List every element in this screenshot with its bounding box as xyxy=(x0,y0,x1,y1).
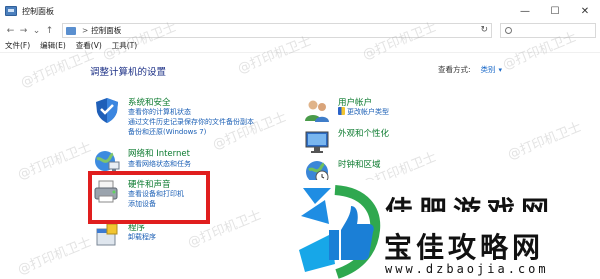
refresh-button[interactable]: ↻ xyxy=(480,25,488,35)
thumbs-up-logo-icon xyxy=(299,185,381,279)
minimize-button[interactable]: — xyxy=(510,0,540,22)
programs-icon xyxy=(96,223,118,246)
link-uninstall-program[interactable]: 卸载程序 xyxy=(128,232,156,242)
menu-edit[interactable]: 编辑(E) xyxy=(40,40,66,51)
watermark: @打印机卫士 xyxy=(15,234,94,278)
title-bar: 控制面板 — ☐ ✕ xyxy=(0,0,600,22)
monitor-personalization-icon xyxy=(305,131,329,153)
view-by-label: 查看方式: xyxy=(438,65,471,74)
breadcrumb-separator: > xyxy=(82,26,89,35)
close-button[interactable]: ✕ xyxy=(570,0,600,22)
control-panel-icon xyxy=(5,6,17,16)
page-title: 调整计算机的设置 xyxy=(90,67,167,78)
chevron-down-icon[interactable]: ▾ xyxy=(499,66,503,74)
up-button[interactable]: ↑ xyxy=(43,26,56,36)
link-backup-restore[interactable]: 备份和还原(Windows 7) xyxy=(128,127,206,137)
category-user-accounts: 用户帐户 更改帐户类型 xyxy=(303,96,503,122)
watermark: @打印机卫士 xyxy=(15,139,94,183)
view-by-select[interactable]: 类别 xyxy=(481,64,496,75)
highlight-box xyxy=(88,171,210,224)
link-change-account-type-label: 更改帐户类型 xyxy=(347,108,389,116)
link-network-status[interactable]: 查看网络状态和任务 xyxy=(128,159,191,169)
site-brand-name: 宝佳攻略网 xyxy=(384,231,545,264)
recent-locations-dropdown[interactable]: ⌄ xyxy=(30,26,43,36)
back-button[interactable]: ← xyxy=(4,26,17,36)
window-controls: — ☐ ✕ xyxy=(510,0,600,22)
users-icon xyxy=(305,100,329,122)
uac-shield-icon xyxy=(338,107,345,115)
link-change-account-type[interactable]: 更改帐户类型 xyxy=(338,107,389,117)
link-view-computer-status[interactable]: 查看你的计算机状态 xyxy=(128,107,191,117)
forward-button[interactable]: → xyxy=(17,26,30,36)
site-domain: www.dzbaojia.com xyxy=(385,262,549,276)
breadcrumb-control-panel[interactable]: 控制面板 xyxy=(91,25,121,36)
category-appearance: 外观和个性化 xyxy=(303,127,503,155)
window-title: 控制面板 xyxy=(22,6,54,16)
category-title-appearance[interactable]: 外观和个性化 xyxy=(338,127,389,139)
view-by: 查看方式: 类别 ▾ xyxy=(438,64,502,75)
security-shield-icon xyxy=(96,98,118,123)
maximize-button[interactable]: ☐ xyxy=(540,0,570,22)
category-network-internet: 网络和 Internet 查看网络状态和任务 xyxy=(93,147,293,172)
category-title-network[interactable]: 网络和 Internet xyxy=(128,147,190,159)
search-icon xyxy=(505,27,512,34)
watermark: @打印机卫士 xyxy=(505,119,584,163)
control-panel-icon xyxy=(66,26,76,35)
menu-file[interactable]: 文件(F) xyxy=(5,40,30,51)
